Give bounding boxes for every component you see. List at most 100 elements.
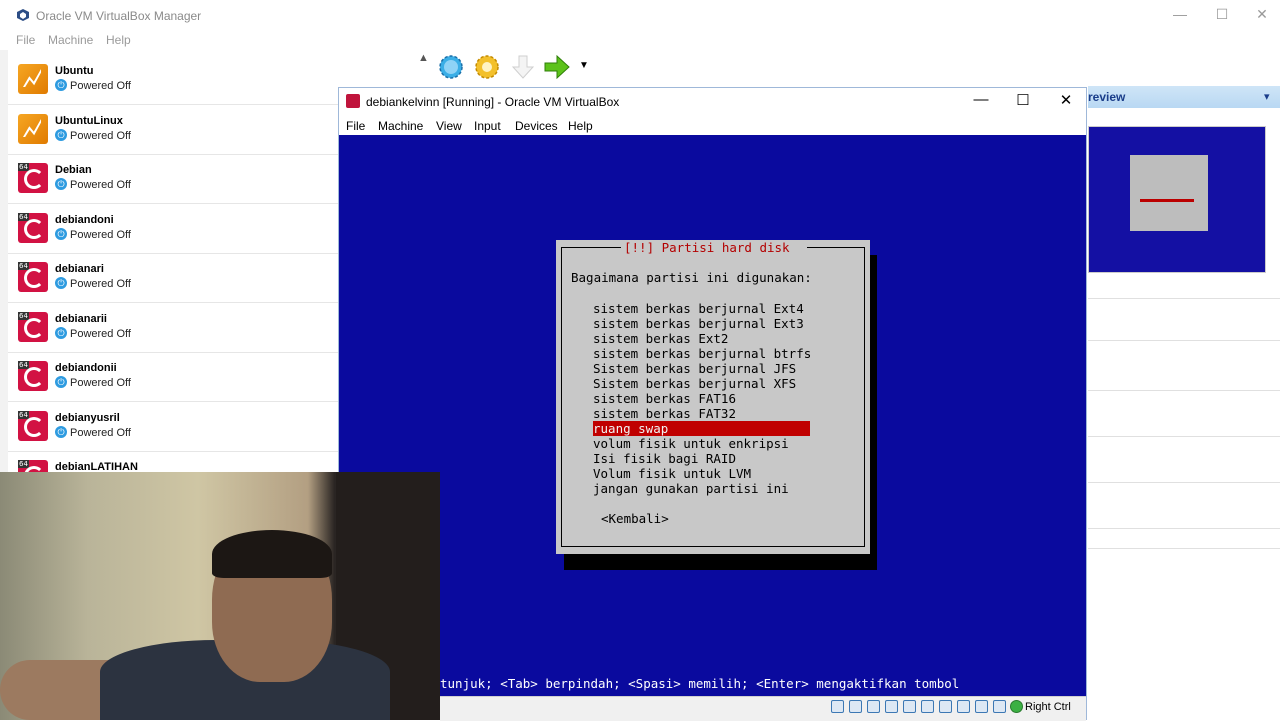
- vm-list-item[interactable]: UbuntuLinux ⏻ Powered Off: [8, 105, 338, 155]
- settings-icon[interactable]: [472, 52, 502, 82]
- partition-option[interactable]: Volum fisik untuk LVM: [593, 466, 810, 481]
- host-key-label: Right Ctrl: [1025, 701, 1071, 713]
- debian-os-icon: 64: [18, 213, 48, 243]
- virtualization-icon[interactable]: [993, 700, 1006, 713]
- collapse-arrow-icon[interactable]: ▲: [418, 52, 429, 64]
- discard-icon[interactable]: [508, 52, 538, 82]
- dialog-title: [!!] Partisi hard disk: [622, 240, 792, 256]
- vm-menu-devices[interactable]: Devices: [515, 119, 558, 133]
- vm-list-item[interactable]: 64 debianari ⏻ Powered Off: [8, 253, 338, 303]
- vm-list-item[interactable]: 64 Debian ⏻ Powered Off: [8, 154, 338, 204]
- debian-os-icon: 64: [18, 312, 48, 342]
- vm-state: Powered Off: [70, 80, 131, 92]
- vm-statusbar: [440, 696, 1086, 721]
- vm-list[interactable]: Ubuntu ⏻ Powered Off UbuntuLinux ⏻ Power…: [8, 55, 338, 501]
- debian-os-icon: 64: [18, 411, 48, 441]
- recording-icon[interactable]: [957, 700, 970, 713]
- manager-menu-file[interactable]: File: [16, 33, 35, 47]
- vm-state: Powered Off: [70, 377, 131, 389]
- vm-name: debiandoni: [55, 214, 114, 226]
- vm-list-item[interactable]: Ubuntu ⏻ Powered Off: [8, 55, 338, 105]
- virtualbox-logo-icon: [17, 9, 29, 21]
- vm-menu-file[interactable]: File: [346, 119, 365, 133]
- dialog-frame-top: [807, 247, 865, 248]
- divider: [1088, 528, 1280, 529]
- partition-option[interactable]: sistem berkas FAT32: [593, 406, 810, 421]
- new-icon[interactable]: [436, 52, 466, 82]
- powered-off-icon: ⏻: [55, 129, 67, 141]
- chevron-down-icon[interactable]: ▾: [1264, 90, 1270, 103]
- divider: [1088, 548, 1280, 549]
- start-icon[interactable]: [542, 52, 572, 82]
- partition-option[interactable]: sistem berkas Ext2: [593, 331, 810, 346]
- partition-option[interactable]: sistem berkas FAT16: [593, 391, 810, 406]
- vm-list-item[interactable]: 64 debiandonii ⏻ Powered Off: [8, 352, 338, 402]
- divider: [1088, 390, 1280, 391]
- manager-maximize-button[interactable]: ☐: [1212, 6, 1232, 23]
- debian-os-icon: 64: [18, 262, 48, 292]
- vm-menu-help[interactable]: Help: [568, 119, 593, 133]
- manager-minimize-button[interactable]: —: [1170, 6, 1190, 22]
- vm-state: Powered Off: [70, 130, 131, 142]
- vm-state: Powered Off: [70, 229, 131, 241]
- vm-name: Debian: [55, 164, 92, 176]
- partition-option-selected[interactable]: ruang swap: [593, 421, 810, 436]
- partition-option[interactable]: Sistem berkas berjurnal XFS: [593, 376, 810, 391]
- vm-menu-view[interactable]: View: [436, 119, 462, 133]
- vm-name: debianyusril: [55, 412, 120, 424]
- partition-option[interactable]: sistem berkas berjurnal Ext4: [593, 301, 810, 316]
- powered-off-icon: ⏻: [55, 228, 67, 240]
- display-icon[interactable]: [939, 700, 952, 713]
- start-dropdown-icon[interactable]: ▼: [579, 60, 589, 71]
- vm-window-title: debiankelvinn [Running] - Oracle VM Virt…: [366, 95, 620, 109]
- mouse-integration-icon[interactable]: [1010, 700, 1023, 713]
- tools-strip: [0, 50, 8, 475]
- shared-folder-icon[interactable]: [921, 700, 934, 713]
- vm-close-button[interactable]: ✕: [1054, 91, 1078, 109]
- powered-off-icon: ⏻: [55, 426, 67, 438]
- network-icon[interactable]: [885, 700, 898, 713]
- optical-icon[interactable]: [849, 700, 862, 713]
- vm-menu-machine[interactable]: Machine: [378, 119, 423, 133]
- audio-icon[interactable]: [867, 700, 880, 713]
- vm-list-item[interactable]: 64 debiandoni ⏻ Powered Off: [8, 204, 338, 254]
- vm-list-item[interactable]: 64 debianyusril ⏻ Powered Off: [8, 402, 338, 452]
- vm-state: Powered Off: [70, 278, 131, 290]
- preview-title: review: [1088, 90, 1126, 104]
- partition-option[interactable]: volum fisik untuk enkripsi: [593, 436, 810, 451]
- back-button[interactable]: <Kembali>: [601, 511, 669, 526]
- divider: [1088, 298, 1280, 299]
- preview-selection: [1140, 199, 1194, 202]
- hdd-icon[interactable]: [831, 700, 844, 713]
- capture-icon[interactable]: [975, 700, 988, 713]
- manager-close-button[interactable]: ✕: [1252, 6, 1272, 23]
- vm-name: UbuntuLinux: [55, 115, 123, 127]
- partition-option[interactable]: Sistem berkas berjurnal JFS: [593, 361, 810, 376]
- powered-off-icon: ⏻: [55, 277, 67, 289]
- powered-off-icon: ⏻: [55, 79, 67, 91]
- debian-os-icon: 64: [18, 163, 48, 193]
- powered-off-icon: ⏻: [55, 178, 67, 190]
- divider: [1088, 436, 1280, 437]
- usb-icon[interactable]: [903, 700, 916, 713]
- preview-dialog: [1130, 155, 1208, 231]
- partition-option[interactable]: jangan gunakan partisi ini: [593, 481, 810, 496]
- vm-menu-input[interactable]: Input: [474, 119, 501, 133]
- partition-option[interactable]: Isi fisik bagi RAID: [593, 451, 810, 466]
- dialog-frame-top: [561, 247, 621, 248]
- vm-state: Powered Off: [70, 179, 131, 191]
- vm-minimize-button[interactable]: —: [969, 91, 993, 108]
- powered-off-icon: ⏻: [55, 376, 67, 388]
- vm-state: Powered Off: [70, 328, 131, 340]
- installer-help-line: tunjuk; <Tab> berpindah; <Spasi> memilih…: [440, 676, 960, 691]
- manager-menu-help[interactable]: Help: [106, 33, 131, 47]
- vm-maximize-button[interactable]: ☐: [1011, 91, 1035, 109]
- powered-off-icon: ⏻: [55, 327, 67, 339]
- ubuntu-os-icon: [18, 114, 48, 144]
- manager-title: Oracle VM VirtualBox Manager: [36, 9, 202, 23]
- partition-option[interactable]: sistem berkas berjurnal btrfs: [593, 346, 811, 361]
- divider: [1088, 340, 1280, 341]
- vm-list-item[interactable]: 64 debianarii ⏻ Powered Off: [8, 303, 338, 353]
- partition-option[interactable]: sistem berkas berjurnal Ext3: [593, 316, 810, 331]
- manager-menu-machine[interactable]: Machine: [48, 33, 93, 47]
